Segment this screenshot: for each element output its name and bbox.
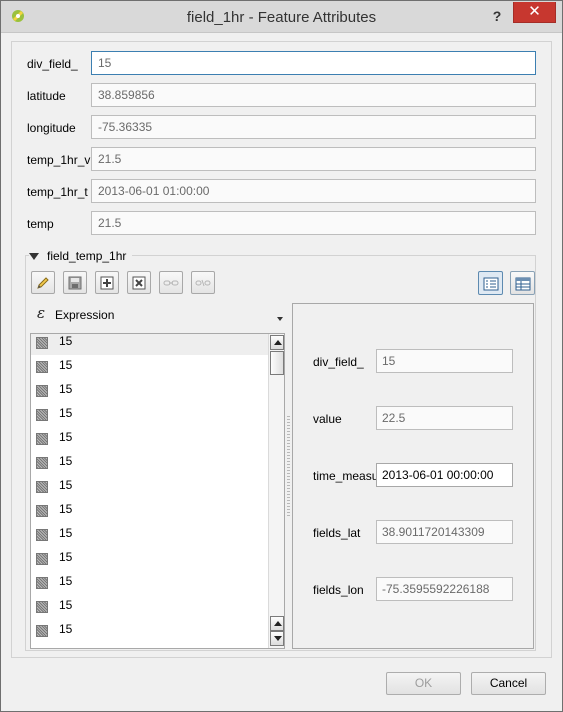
list-item[interactable]: 15 xyxy=(31,451,269,475)
close-button[interactable]: ✕ xyxy=(513,2,556,23)
add-child-feature-button[interactable] xyxy=(95,271,119,294)
collapse-arrow-icon[interactable] xyxy=(29,253,39,261)
feature-icon xyxy=(36,409,48,421)
child-feature-list[interactable]: 15 15 15 15 15 15 15 15 15 15 15 15 15 xyxy=(30,333,285,649)
unlink-icon xyxy=(195,279,211,287)
form-view-icon xyxy=(483,277,499,291)
temp-1hr-t-input[interactable]: 2013-06-01 01:00:00 xyxy=(91,179,536,203)
dropdown-caret-icon[interactable] xyxy=(277,317,283,321)
link-icon xyxy=(163,280,179,286)
list-item[interactable]: 15 xyxy=(31,334,269,355)
list-item-label: 15 xyxy=(59,598,73,612)
feature-icon xyxy=(36,529,48,541)
feature-icon xyxy=(36,553,48,565)
feature-icon xyxy=(36,337,48,349)
pencil-icon xyxy=(37,277,49,289)
feature-attributes-dialog: field_1hr - Feature Attributes ? ✕ div_f… xyxy=(0,0,563,712)
toggle-editing-button[interactable] xyxy=(31,271,55,294)
scroll-up-arrow-icon[interactable] xyxy=(270,616,284,631)
feature-icon xyxy=(36,505,48,517)
form-value-input[interactable]: 22.5 xyxy=(376,406,513,430)
delete-icon xyxy=(132,276,146,290)
field-label-latitude: latitude xyxy=(27,89,66,103)
form-label-div-field: div_field_ xyxy=(313,355,364,369)
list-item[interactable]: 15 xyxy=(31,523,269,547)
feature-icon xyxy=(36,361,48,373)
feature-icon xyxy=(36,577,48,589)
cancel-button[interactable]: Cancel xyxy=(471,672,546,695)
form-view-button[interactable] xyxy=(478,271,503,295)
ok-button[interactable]: OK xyxy=(386,672,461,695)
form-label-time-measu: time_measu xyxy=(313,469,379,483)
list-item[interactable]: 15 xyxy=(31,571,269,595)
feature-icon xyxy=(36,481,48,493)
table-view-button[interactable] xyxy=(510,271,535,295)
div-field-input[interactable]: 15 xyxy=(91,51,536,75)
save-edits-button[interactable] xyxy=(63,271,87,294)
title-bar: field_1hr - Feature Attributes ? ✕ xyxy=(1,1,562,33)
list-scrollbar[interactable] xyxy=(268,334,284,648)
list-item[interactable]: 15 xyxy=(31,595,269,619)
list-item[interactable]: 15 xyxy=(31,403,269,427)
field-label-temp-1hr-t: temp_1hr_t xyxy=(27,185,88,199)
list-item-label: 15 xyxy=(59,358,73,372)
list-item-label: 15 xyxy=(59,574,73,588)
help-button[interactable]: ? xyxy=(487,6,507,26)
form-label-fields-lat: fields_lat xyxy=(313,526,361,540)
list-item[interactable]: 15 xyxy=(31,547,269,571)
form-label-value: value xyxy=(313,412,342,426)
field-label-temp-1hr-v: temp_1hr_v xyxy=(27,153,91,167)
list-item-label: 15 xyxy=(59,382,73,396)
form-div-field-input[interactable]: 15 xyxy=(376,349,513,373)
list-item[interactable]: 15 xyxy=(31,355,269,379)
scroll-up-arrow-icon[interactable] xyxy=(270,335,284,350)
list-item-label: 15 xyxy=(59,550,73,564)
expression-epsilon-icon: ε xyxy=(37,304,46,322)
temp-input[interactable]: 21.5 xyxy=(91,211,536,235)
form-fields-lon-input[interactable]: -75.3595592226188 xyxy=(376,577,513,601)
feature-icon xyxy=(36,457,48,469)
field-label-temp: temp xyxy=(27,217,54,231)
field-label-div-field: div_field_ xyxy=(27,57,78,71)
feature-icon xyxy=(36,625,48,637)
feature-icon xyxy=(36,433,48,445)
list-item-label: 15 xyxy=(59,430,73,444)
list-item[interactable]: 15 xyxy=(31,427,269,451)
relation-group-header[interactable]: field_temp_1hr xyxy=(29,248,133,264)
list-item[interactable]: 15 xyxy=(31,619,269,643)
form-label-fields-lon: fields_lon xyxy=(313,583,364,597)
latitude-input[interactable]: 38.859856 xyxy=(91,83,536,107)
expression-label: Expression xyxy=(55,308,115,322)
list-item[interactable]: 15 xyxy=(31,499,269,523)
scrollbar-thumb[interactable] xyxy=(270,351,284,375)
panel-splitter-handle[interactable] xyxy=(287,416,290,516)
save-icon xyxy=(68,276,82,290)
list-item-label: 15 xyxy=(59,478,73,492)
list-item-label: 15 xyxy=(59,526,73,540)
list-item-label: 15 xyxy=(59,334,73,348)
add-icon xyxy=(100,276,114,290)
delete-child-feature-button[interactable] xyxy=(127,271,151,294)
scroll-down-arrow-icon[interactable] xyxy=(270,631,284,646)
link-feature-button[interactable] xyxy=(159,271,183,294)
list-item-label: 15 xyxy=(59,406,73,420)
relation-title: field_temp_1hr xyxy=(47,249,127,263)
form-fields-lat-input[interactable]: 38.9011720143309 xyxy=(376,520,513,544)
temp-1hr-v-input[interactable]: 21.5 xyxy=(91,147,536,171)
table-view-icon xyxy=(515,277,531,291)
display-expression-selector[interactable]: ε Expression xyxy=(31,304,285,326)
feature-icon xyxy=(36,601,48,613)
form-time-measu-input[interactable]: 2013-06-01 00:00:00 xyxy=(376,463,513,487)
list-item-label: 15 xyxy=(59,502,73,516)
list-item-label: 15 xyxy=(59,454,73,468)
window-title: field_1hr - Feature Attributes xyxy=(186,9,377,26)
unlink-feature-button[interactable] xyxy=(191,271,215,294)
list-item[interactable]: 15 xyxy=(31,379,269,403)
list-item[interactable]: 15 xyxy=(31,475,269,499)
longitude-input[interactable]: -75.36335 xyxy=(91,115,536,139)
list-item-label: 15 xyxy=(59,622,73,636)
field-label-longitude: longitude xyxy=(27,121,76,135)
feature-icon xyxy=(36,385,48,397)
